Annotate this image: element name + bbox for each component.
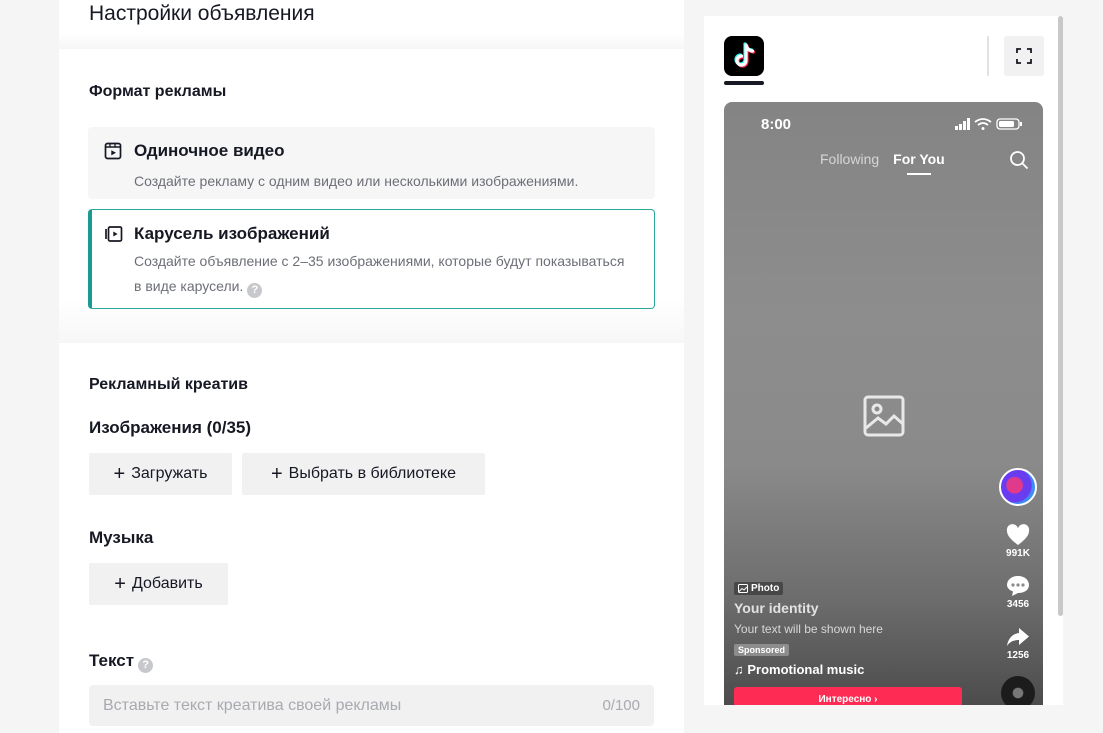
like-action[interactable]: 991K <box>998 524 1038 559</box>
format-option-carousel[interactable]: Карусель изображений Создайте объявление… <box>88 209 655 309</box>
music-disc-icon <box>1001 676 1035 705</box>
comment-action[interactable]: 3456 <box>998 575 1038 610</box>
cta-button[interactable]: Интересно › <box>734 687 962 705</box>
ad-creative-title: Рекламный креатив <box>89 376 248 393</box>
tab-following[interactable]: Following <box>820 151 879 167</box>
share-count: 1256 <box>1006 650 1030 661</box>
photo-icon <box>738 584 748 593</box>
toolbar-divider <box>987 36 989 76</box>
upload-button-label: Загружать <box>131 465 208 482</box>
ad-preview-panel: 8:00 Following For You 991K 3456 1256 Ph… <box>704 16 1063 705</box>
ad-caption: Your text will be shown here <box>734 622 883 636</box>
page-title: Настройки объявления <box>89 2 315 25</box>
fullscreen-icon <box>1016 48 1032 64</box>
plus-icon: + <box>114 573 126 595</box>
ad-text-placeholder: Вставьте текст креатива своей рекламы <box>103 696 402 714</box>
add-music-button[interactable]: + Добавить <box>89 563 228 605</box>
heart-icon <box>1006 524 1030 545</box>
ad-format-title: Формат рекламы <box>89 83 227 100</box>
plus-icon: + <box>270 463 283 485</box>
comment-count: 3456 <box>1006 599 1030 610</box>
search-icon[interactable] <box>1009 150 1029 170</box>
carousel-icon <box>105 226 123 242</box>
choose-from-library-button[interactable]: + Выбрать в библиотеке <box>242 453 485 495</box>
music-label: Музыка <box>89 528 154 547</box>
add-music-label: Добавить <box>131 575 203 592</box>
format-option-description-text: Создайте объявление с 2–35 изображениями… <box>134 253 625 294</box>
upload-button[interactable]: + Загружать <box>89 453 232 495</box>
image-placeholder-icon <box>863 395 905 437</box>
format-option-description: Создайте рекламу с одним видео или неско… <box>134 173 579 189</box>
ad-format-card: Формат рекламы Одиночное видео Создайте … <box>59 49 684 342</box>
feed-tabs: Following For You <box>820 151 945 167</box>
header-card: Настройки объявления <box>59 0 684 48</box>
fullscreen-button[interactable] <box>1004 36 1044 76</box>
photo-badge-label: Photo <box>751 583 780 594</box>
share-action[interactable]: 1256 <box>998 626 1038 661</box>
plus-icon: + <box>113 463 126 485</box>
help-icon[interactable]: ? <box>138 658 154 673</box>
format-option-title: Одиночное видео <box>134 141 285 160</box>
like-count: 991K <box>1006 548 1030 559</box>
tiktok-tab-indicator <box>724 81 764 85</box>
ad-settings-panel: Настройки объявления Формат рекламы Один… <box>59 0 684 733</box>
comment-icon <box>1007 576 1029 596</box>
format-option-description: Создайте объявление с 2–35 изображениями… <box>134 249 634 299</box>
ad-creative-card: Рекламный креатив Изображения (0/35) + З… <box>59 343 684 733</box>
format-option-title: Карусель изображений <box>134 224 330 243</box>
tiktok-logo-icon[interactable] <box>724 36 764 76</box>
ad-text-counter: 0/100 <box>602 697 640 714</box>
status-bar-icons <box>955 118 1022 130</box>
sponsored-badge: Sponsored <box>734 644 790 656</box>
status-time: 8:00 <box>761 116 792 133</box>
tab-for-you[interactable]: For You <box>893 151 945 167</box>
format-option-single-video[interactable]: Одиночное видео Создайте рекламу с одним… <box>88 127 655 199</box>
phone-preview: 8:00 Following For You 991K 3456 1256 Ph… <box>724 102 1043 705</box>
preview-scrollbar[interactable] <box>1058 16 1063 616</box>
single-video-icon <box>104 142 122 160</box>
promotional-music: ♫ Promotional music <box>734 662 865 677</box>
text-label: Текст? <box>89 651 154 673</box>
ad-text-input[interactable]: Вставьте текст креатива своей рекламы 0/… <box>89 685 654 726</box>
identity-name: Your identity <box>734 600 819 616</box>
share-icon <box>1007 628 1029 646</box>
text-label-text: Текст <box>89 651 135 670</box>
help-icon[interactable]: ? <box>247 283 263 298</box>
avatar[interactable] <box>999 468 1037 506</box>
photo-badge: Photo <box>734 582 784 595</box>
choose-from-library-label: Выбрать в библиотеке <box>288 465 456 482</box>
images-label: Изображения (0/35) <box>89 418 252 437</box>
